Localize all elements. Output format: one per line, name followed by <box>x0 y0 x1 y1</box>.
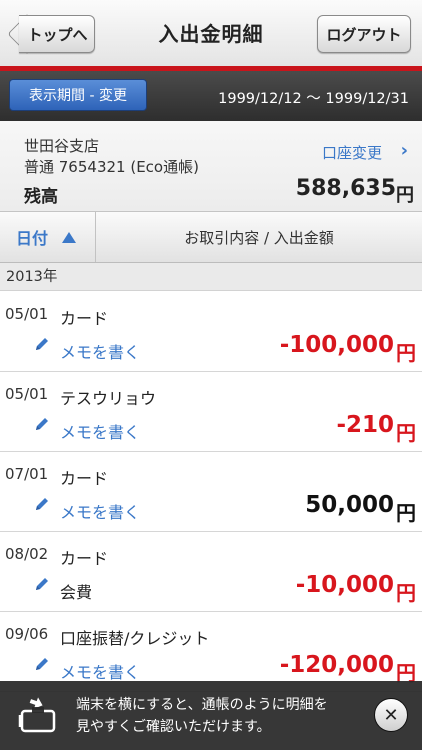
rotate-hint-banner: 端末を横にすると、通帳のように明細を 見やすくご確認いただけます。 ✕ <box>0 681 422 750</box>
transaction-description: 口座振替/クレジット <box>60 629 210 648</box>
pencil-icon[interactable] <box>34 336 50 352</box>
transaction-date: 09/06 <box>5 625 49 643</box>
sort-date-label: 日付 <box>16 229 49 248</box>
year-header: 2013年 <box>0 263 422 291</box>
rotate-device-icon <box>18 697 56 733</box>
period-bar: 表示期間 - 変更 1999/12/12 ～ 1999/12/31 <box>0 71 422 121</box>
pencil-icon[interactable] <box>34 576 50 592</box>
account-number: 普通 7654321 (Eco通帳) <box>24 158 199 176</box>
transaction-amount: -210 <box>336 412 394 438</box>
transaction-row[interactable]: 09/06 口座振替/クレジット メモを書く -120,000 円 <box>0 612 422 692</box>
transaction-row[interactable]: 08/02 カード会費 -10,000 円 <box>0 532 422 612</box>
balance-value: 588,635 <box>295 176 396 201</box>
change-period-button[interactable]: 表示期間 - 変更 <box>9 79 147 111</box>
back-to-top-button[interactable]: トップへ <box>7 14 95 54</box>
rotate-hint-text: 端末を横にすると、通帳のように明細を 見やすくご確認いただけます。 <box>76 694 328 738</box>
transaction-amount: -120,000 <box>279 652 394 678</box>
transaction-row[interactable]: 07/01 カードメモを書く 50,000 円 <box>0 452 422 532</box>
rotate-hint-line2: 見やすくご確認いただけます。 <box>76 719 271 735</box>
transaction-amount: -10,000 <box>295 572 394 598</box>
pencil-icon[interactable] <box>34 416 50 432</box>
memo-link[interactable]: メモを書く <box>60 659 140 683</box>
transaction-date: 07/01 <box>5 465 49 483</box>
amount-unit: 円 <box>396 581 416 605</box>
pencil-icon[interactable] <box>34 496 50 512</box>
branch-name: 世田谷支店 <box>24 137 100 155</box>
transaction-list: 05/01 カード メモを書く -100,000 円 05/01 テスウリョウ メモを書く -2… <box>0 292 422 692</box>
column-header-content: お取引内容 / 入出金額 <box>184 228 334 247</box>
memo-link[interactable]: メモを書く <box>60 419 140 443</box>
change-account-link[interactable]: 口座変更 <box>322 142 382 163</box>
period-range: 1999/12/12 ～ 1999/12/31 <box>218 91 409 107</box>
back-button-label: トップへ <box>19 15 95 53</box>
transaction-row[interactable]: 05/01 テスウリョウメモを書く -210 円 <box>0 372 422 452</box>
transaction-date: 08/02 <box>5 545 49 563</box>
sort-ascending-icon <box>62 231 77 243</box>
logout-button[interactable]: ログアウト <box>317 15 411 53</box>
transaction-description: カード <box>60 549 109 568</box>
sort-bar: 日付 お取引内容 / 入出金額 <box>0 212 422 263</box>
transaction-date: 05/01 <box>5 305 49 323</box>
memo-link[interactable]: メモを書く <box>60 499 140 523</box>
amount-unit: 円 <box>396 341 416 365</box>
transaction-date: 05/01 <box>5 385 49 403</box>
transaction-amount: -100,000 <box>279 332 394 358</box>
balance-label: 残高 <box>24 187 58 207</box>
transaction-amount: 50,000 <box>305 492 394 518</box>
amount-unit: 円 <box>396 421 416 445</box>
transaction-description: カード <box>60 469 109 488</box>
transaction-description: テスウリョウ <box>60 389 157 408</box>
balance-unit: 円 <box>396 185 414 206</box>
amount-unit: 円 <box>396 501 416 525</box>
header-bar: トップへ 入出金明細 ログアウト <box>0 0 422 67</box>
memo-link[interactable]: 会費 <box>60 579 92 603</box>
transaction-description: カード <box>60 309 109 328</box>
chevron-right-icon[interactable]: › <box>401 140 408 161</box>
close-banner-button[interactable]: ✕ <box>374 698 408 732</box>
memo-link[interactable]: メモを書く <box>60 339 140 363</box>
account-summary: 世田谷支店 普通 7654321 (Eco通帳) 残高 口座変更 › 588,6… <box>0 121 422 212</box>
rotate-hint-line1: 端末を横にすると、通帳のように明細を <box>76 697 328 713</box>
sort-by-date-button[interactable]: 日付 <box>0 212 96 262</box>
pencil-icon[interactable] <box>34 656 50 672</box>
transaction-row[interactable]: 05/01 カードメモを書く -100,000 円 <box>0 292 422 372</box>
